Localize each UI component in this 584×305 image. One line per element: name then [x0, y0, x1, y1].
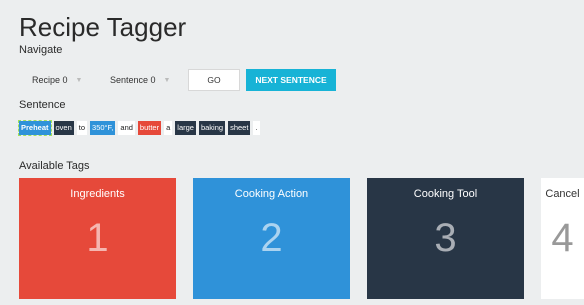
available-tags-label: Available Tags [19, 160, 90, 172]
navigate-label: Navigate [19, 44, 63, 56]
tagger-panel: Recipe Tagger Navigate Recipe 0 ▼ Senten… [0, 0, 584, 305]
token[interactable]: and [118, 121, 135, 135]
token[interactable]: butter [137, 121, 162, 135]
tag-cooking-tool[interactable]: Cooking Tool 3 [367, 178, 524, 299]
token[interactable]: baking [198, 121, 226, 135]
sentence-label: Sentence [19, 99, 66, 111]
token[interactable]: . [253, 121, 260, 135]
chevron-down-icon: ▼ [75, 76, 83, 84]
tag-title: Ingredients [70, 188, 125, 200]
tag-title: Cooking Action [234, 188, 309, 200]
token[interactable]: a [164, 121, 173, 135]
page-title: Recipe Tagger [19, 12, 187, 42]
token[interactable]: Preheat [18, 120, 52, 136]
sentence-tokens: Preheat oven to 350°F, and butter a larg… [18, 120, 260, 136]
token[interactable]: sheet [228, 121, 251, 135]
recipe-select[interactable]: Recipe 0 ▼ [32, 69, 82, 91]
token[interactable]: oven [53, 121, 74, 135]
chevron-down-icon: ▼ [163, 76, 171, 84]
token[interactable]: 350°F, [90, 121, 116, 135]
tag-shortcut-key: 4 [551, 216, 574, 260]
tag-title: Cooking Tool [413, 188, 478, 200]
token[interactable]: to [76, 121, 88, 135]
tag-ingredients[interactable]: Ingredients 1 [19, 178, 176, 299]
go-button[interactable]: GO [188, 69, 240, 91]
sentence-select-value: Sentence 0 [110, 75, 156, 85]
sentence-select[interactable]: Sentence 0 ▼ [110, 69, 170, 91]
tag-shortcut-key: 1 [86, 216, 109, 260]
tag-cooking-action[interactable]: Cooking Action 2 [193, 178, 350, 299]
token[interactable]: large [175, 121, 196, 135]
tag-title: Cancel [545, 188, 580, 200]
tag-cancel[interactable]: Cancel 4 [541, 178, 584, 299]
next-sentence-button[interactable]: NEXT SENTENCE [246, 69, 336, 91]
tag-shortcut-key: 3 [434, 216, 457, 260]
recipe-select-value: Recipe 0 [32, 75, 68, 85]
tag-shortcut-key: 2 [260, 216, 283, 260]
